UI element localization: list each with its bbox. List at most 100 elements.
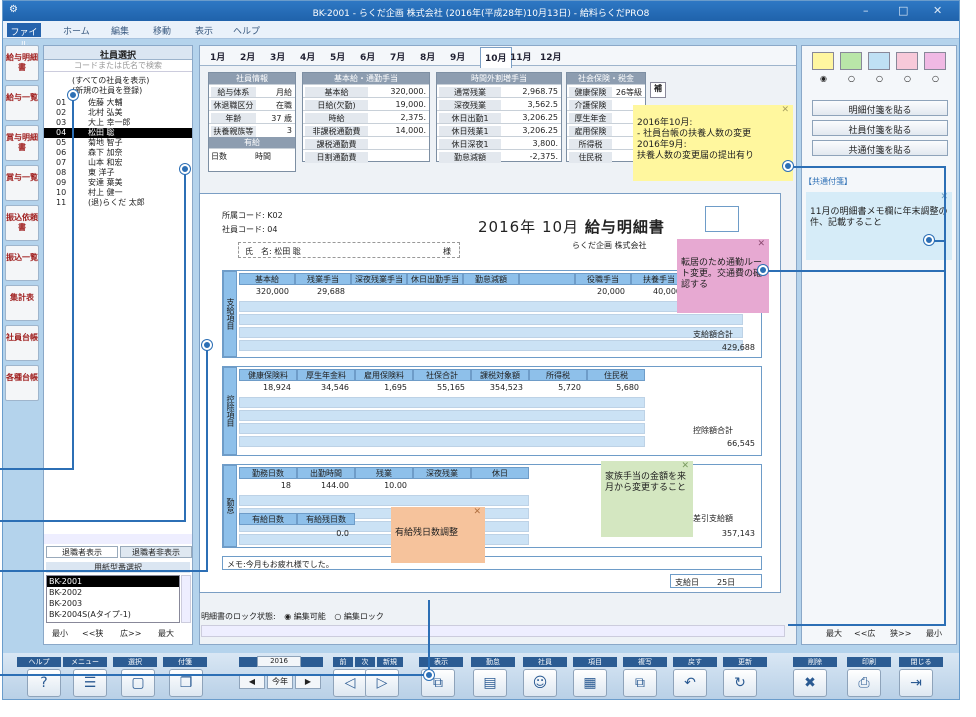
toolbar-button-help[interactable]: ?	[27, 669, 61, 697]
summary-value[interactable]: 3	[287, 126, 292, 135]
side-tab-summary[interactable]: 集計表	[5, 285, 39, 321]
employee-row[interactable]: 01 佐藤 大輔	[44, 98, 192, 108]
sticky-note-orange[interactable]: ✕ 有給残日数調整	[391, 507, 485, 563]
note-color-swatch[interactable]	[840, 52, 862, 70]
employee-row[interactable]: 10 村上 健一	[44, 188, 192, 198]
grid-value[interactable]: 1,695	[355, 383, 407, 392]
zoom-min-button[interactable]: 最小	[52, 628, 68, 639]
grid-value[interactable]: 55,165	[413, 383, 465, 392]
side-tab-salary-list[interactable]: 給与一覧	[5, 85, 39, 121]
summary-value[interactable]: 19,000.	[395, 100, 426, 109]
grid-value[interactable]: 320,000	[239, 287, 289, 296]
employee-hscrollbar[interactable]	[44, 534, 192, 544]
summary-value[interactable]: 3,206.25	[522, 113, 558, 122]
note-color-radio[interactable]: ◉	[820, 74, 827, 83]
main-hscrollbar[interactable]	[201, 625, 785, 637]
note-color-swatch[interactable]	[812, 52, 834, 70]
note-color-swatch[interactable]	[924, 52, 946, 70]
summary-value[interactable]: -2,375.	[530, 152, 558, 161]
close-icon[interactable]: ✕	[933, 4, 942, 17]
employee-row[interactable]: 06 森下 加奈	[44, 148, 192, 158]
summary-value[interactable]: 320,000.	[390, 87, 426, 96]
employee-row[interactable]: 09 安達 葉美	[44, 178, 192, 188]
attach-employee-note-button[interactable]: 社員付箋を貼る	[812, 120, 948, 136]
employee-row[interactable]: 11 (退)らくだ 太郎	[44, 198, 192, 208]
summary-value[interactable]: 2,968.75	[522, 87, 558, 96]
note-color-radio[interactable]: ○	[932, 74, 939, 83]
summary-value[interactable]: 3,800.	[533, 139, 558, 148]
toolbar-button-next[interactable]: ▷	[365, 669, 399, 697]
maximize-icon[interactable]: □	[898, 4, 908, 17]
toolbar-button-refresh[interactable]: ↻	[723, 669, 757, 697]
side-tab-transfer-request[interactable]: 振込依頼書	[5, 205, 39, 241]
list-item-all[interactable]: (すべての社員を表示)	[44, 76, 192, 86]
summary-value[interactable]: 3,562.5	[527, 100, 558, 109]
tab-month[interactable]: 2月	[240, 50, 255, 63]
grid-value[interactable]: 34,546	[297, 383, 349, 392]
toolbar-button-employee[interactable]: ☺	[523, 669, 557, 697]
tab-month[interactable]: 12月	[540, 50, 562, 63]
zoom-narrow-button[interactable]: <<狭	[82, 628, 103, 639]
toolbar-button-menu[interactable]: ☰	[73, 669, 107, 697]
menu-home[interactable]: ホーム	[63, 24, 90, 37]
note-close-icon[interactable]: ✕	[781, 105, 789, 116]
summary-value[interactable]: 3,206.25	[522, 126, 558, 135]
grid-value[interactable]: 29,688	[295, 287, 345, 296]
zoom-min-button[interactable]: 最小	[926, 628, 942, 639]
toolbar-button-attendance[interactable]: ▤	[473, 669, 507, 697]
toolbar-button-sticky[interactable]: ❐	[169, 669, 203, 697]
menu-help[interactable]: ヘルプ	[233, 24, 260, 37]
employee-row[interactable]: 07 山本 和宏	[44, 158, 192, 168]
radio-editable[interactable]: ◉ 編集可能	[284, 612, 326, 621]
side-tab-salary-slip[interactable]: 給与明細書	[5, 45, 39, 81]
summary-value[interactable]: 2,375.	[401, 113, 426, 122]
next-year-button[interactable]: ▶	[295, 675, 321, 689]
attach-slip-note-button[interactable]: 明細付箋を貼る	[812, 100, 948, 116]
radio-locked[interactable]: ○ 編集ロック	[334, 612, 384, 621]
tab-month[interactable]: 11月	[510, 50, 532, 63]
show-retired-tab[interactable]: 退職者表示	[46, 546, 118, 558]
tab-month[interactable]: 7月	[390, 50, 405, 63]
zoom-max-button[interactable]: 最大	[158, 628, 174, 639]
zoom-narrow-button[interactable]: 狭>>	[890, 628, 911, 639]
grid-value[interactable]: 18	[239, 481, 291, 490]
tab-month[interactable]: 9月	[450, 50, 465, 63]
employee-row[interactable]: 02 北村 弘美	[44, 108, 192, 118]
summary-value[interactable]: 14,000.	[395, 126, 426, 135]
side-tab-ledgers[interactable]: 各種台帳	[5, 365, 39, 401]
form-item[interactable]: BK-2001	[47, 576, 179, 587]
toolbar-button-item[interactable]: ▦	[573, 669, 607, 697]
insurance-supplement-button[interactable]: 補	[650, 82, 666, 98]
employee-search-input[interactable]: コードまたは氏名で検索	[44, 60, 192, 72]
zoom-max-button[interactable]: 最大	[826, 628, 842, 639]
employee-row[interactable]: 08 東 洋子	[44, 168, 192, 178]
memo-row[interactable]: メモ:今月もお疲れ様でした。	[222, 556, 762, 570]
employee-row[interactable]: 03 大上 幸一郎	[44, 118, 192, 128]
year-input[interactable]: 2016	[257, 656, 301, 667]
menu-move[interactable]: 移動	[153, 24, 171, 37]
this-year-button[interactable]: 今年	[267, 675, 293, 689]
toolbar-button-select[interactable]: ▢	[121, 669, 155, 697]
side-tab-transfer-list[interactable]: 振込一覧	[5, 245, 39, 281]
form-scrollbar[interactable]	[181, 575, 191, 623]
tab-month[interactable]: 3月	[270, 50, 285, 63]
grid-value[interactable]: 354,523	[471, 383, 523, 392]
grid-value[interactable]: 10.00	[355, 481, 407, 490]
form-item[interactable]: BK-2002	[47, 587, 179, 598]
side-tab-employee-ledger[interactable]: 社員台帳	[5, 325, 39, 361]
attach-shared-note-button[interactable]: 共通付箋を貼る	[812, 140, 948, 156]
toolbar-button-prev[interactable]: ◁	[333, 669, 367, 697]
employee-row[interactable]: 05 菊地 智子	[44, 138, 192, 148]
minimize-icon[interactable]: –	[863, 4, 869, 17]
form-listbox[interactable]: BK-2001 BK-2002 BK-2003 BK-2004S(Aタイプ-1)	[46, 575, 180, 623]
note-close-icon[interactable]: ✕	[473, 507, 481, 518]
grid-value[interactable]: 20,000	[575, 287, 625, 296]
toolbar-button-undo[interactable]: ↶	[673, 669, 707, 697]
menu-view[interactable]: 表示	[195, 24, 213, 37]
tab-month[interactable]: 10月	[480, 47, 512, 68]
hide-retired-tab[interactable]: 退職者非表示	[120, 546, 192, 558]
sticky-note-shared[interactable]: ✕ 11月の明細書メモ欄に年末調整の件、記載すること	[806, 192, 952, 260]
tab-month[interactable]: 6月	[360, 50, 375, 63]
note-close-icon[interactable]: ✕	[681, 461, 689, 472]
toolbar-button-print[interactable]: ⎙	[847, 669, 881, 697]
